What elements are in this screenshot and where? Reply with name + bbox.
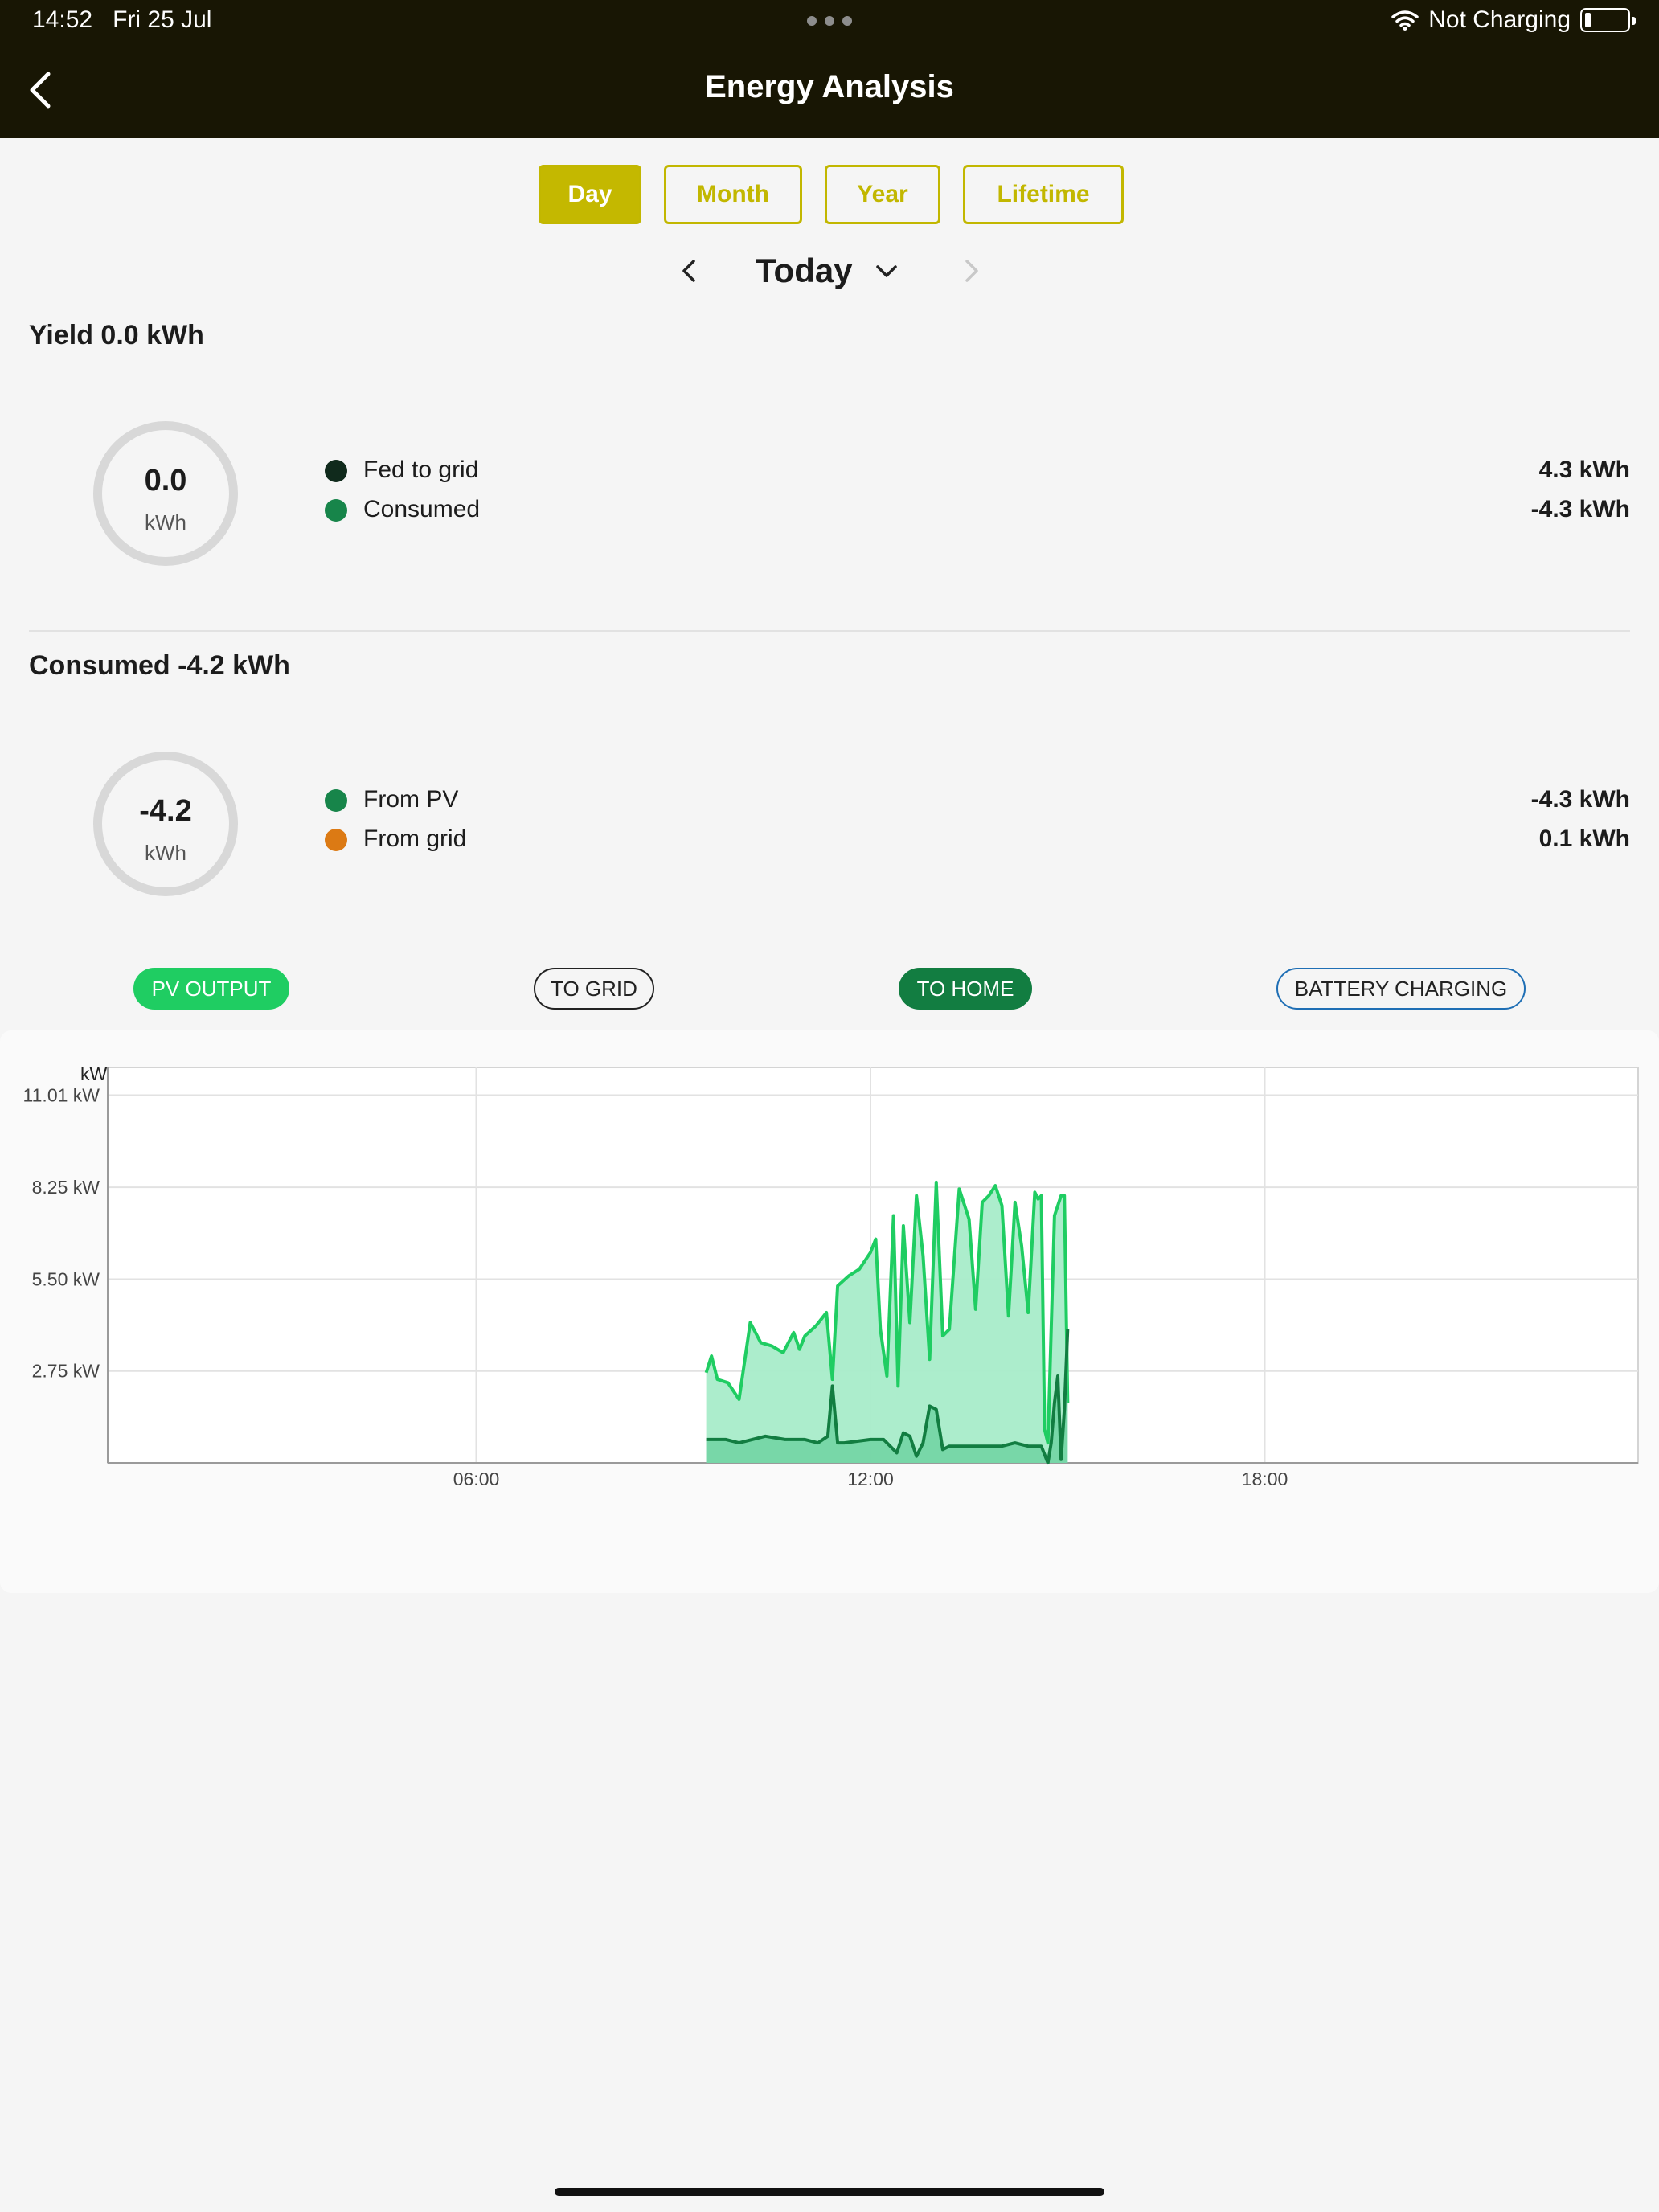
date-navigation: Today — [0, 245, 1659, 297]
previous-date-icon[interactable] — [674, 255, 706, 287]
x-tick-label: 06:00 — [453, 1469, 500, 1489]
section-divider — [29, 630, 1630, 632]
wifi-icon — [1391, 10, 1419, 31]
yield-ring-unit: kWh — [145, 510, 186, 535]
pill-pv-output[interactable]: PV OUTPUT — [133, 968, 289, 1010]
date-label[interactable]: Today — [756, 252, 853, 290]
x-tick-label: 12:00 — [847, 1469, 894, 1489]
consumed-ring-unit: kWh — [145, 841, 186, 865]
legend-from-grid: From grid 0.1 kWh — [325, 822, 1630, 854]
status-indicators: Not Charging — [1391, 6, 1636, 34]
power-chart[interactable]: 11.01 kW 8.25 kW 5.50 kW 2.75 kW 06:00 12:00 1… — [0, 1030, 1659, 1593]
consumed-ring-value: -4.2 — [139, 794, 192, 828]
from-grid-dot — [325, 829, 347, 851]
yield-title: Yield 0.0 kWh — [29, 320, 204, 350]
y-tick-label: 2.75 kW — [32, 1361, 100, 1382]
page-title: Energy Analysis — [705, 69, 954, 104]
home-indicator[interactable] — [555, 2188, 1104, 2196]
from-pv-value: -4.3 kWh — [1530, 786, 1630, 813]
from-pv-dot — [325, 789, 347, 812]
y-tick-label: 5.50 kW — [32, 1268, 100, 1289]
y-tick-label: 11.01 kW — [23, 1084, 100, 1105]
battery-icon — [1580, 8, 1636, 32]
app-header: 14:52 Fri 25 Jul Not Charging Energy Ana… — [0, 0, 1659, 138]
fed-to-grid-value: 4.3 kWh — [1538, 457, 1630, 483]
next-date-icon[interactable] — [955, 255, 987, 287]
consumed-ring: -4.2 kWh — [93, 752, 238, 896]
pill-battery-charging[interactable]: BATTERY CHARGING — [1276, 968, 1526, 1010]
x-tick-label: 18:00 — [1242, 1469, 1288, 1489]
power-chart-card: 11.01 kW 8.25 kW 5.50 kW 2.75 kW 06:00 12:00 1… — [0, 1030, 1659, 1593]
consumed-title: Consumed -4.2 kWh — [29, 650, 290, 681]
consumed-value: -4.3 kWh — [1530, 496, 1630, 522]
yield-ring-value: 0.0 — [144, 464, 187, 498]
status-time: 14:52 Fri 25 Jul — [32, 6, 212, 33]
tab-lifetime[interactable]: Lifetime — [963, 165, 1124, 224]
tab-month[interactable]: Month — [664, 165, 802, 224]
period-tabs: Day Month Year Lifetime — [539, 165, 1124, 224]
charging-status: Not Charging — [1428, 6, 1571, 33]
from-grid-value: 0.1 kWh — [1538, 825, 1630, 852]
consumed-dot — [325, 499, 347, 522]
y-unit-label: kW — [80, 1063, 108, 1084]
tab-year[interactable]: Year — [825, 165, 940, 224]
legend-from-pv: From PV -4.3 kWh — [325, 783, 1630, 815]
y-tick-label: 8.25 kW — [32, 1177, 100, 1198]
chevron-down-icon[interactable] — [872, 260, 901, 284]
legend-fed-to-grid: Fed to grid 4.3 kWh — [325, 453, 1630, 485]
yield-ring: 0.0 kWh — [93, 421, 238, 566]
pill-to-home[interactable]: TO HOME — [899, 968, 1032, 1010]
multitasking-dots-icon[interactable] — [807, 16, 852, 27]
tab-day[interactable]: Day — [539, 165, 641, 224]
fed-to-grid-dot — [325, 460, 347, 482]
legend-consumed: Consumed -4.3 kWh — [325, 493, 1630, 525]
pill-to-grid[interactable]: TO GRID — [534, 968, 654, 1010]
